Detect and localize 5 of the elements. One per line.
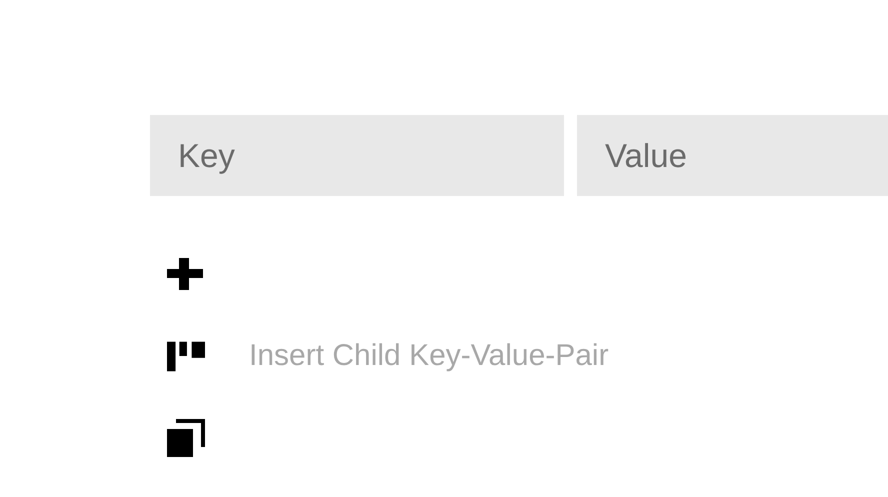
plus-icon[interactable] xyxy=(167,255,205,293)
action-label: Insert Child Key-Value-Pair xyxy=(249,339,609,373)
copy-icon[interactable] xyxy=(167,419,205,457)
input-field[interactable]: Value xyxy=(577,115,888,196)
input-field[interactable]: Key xyxy=(150,115,564,196)
